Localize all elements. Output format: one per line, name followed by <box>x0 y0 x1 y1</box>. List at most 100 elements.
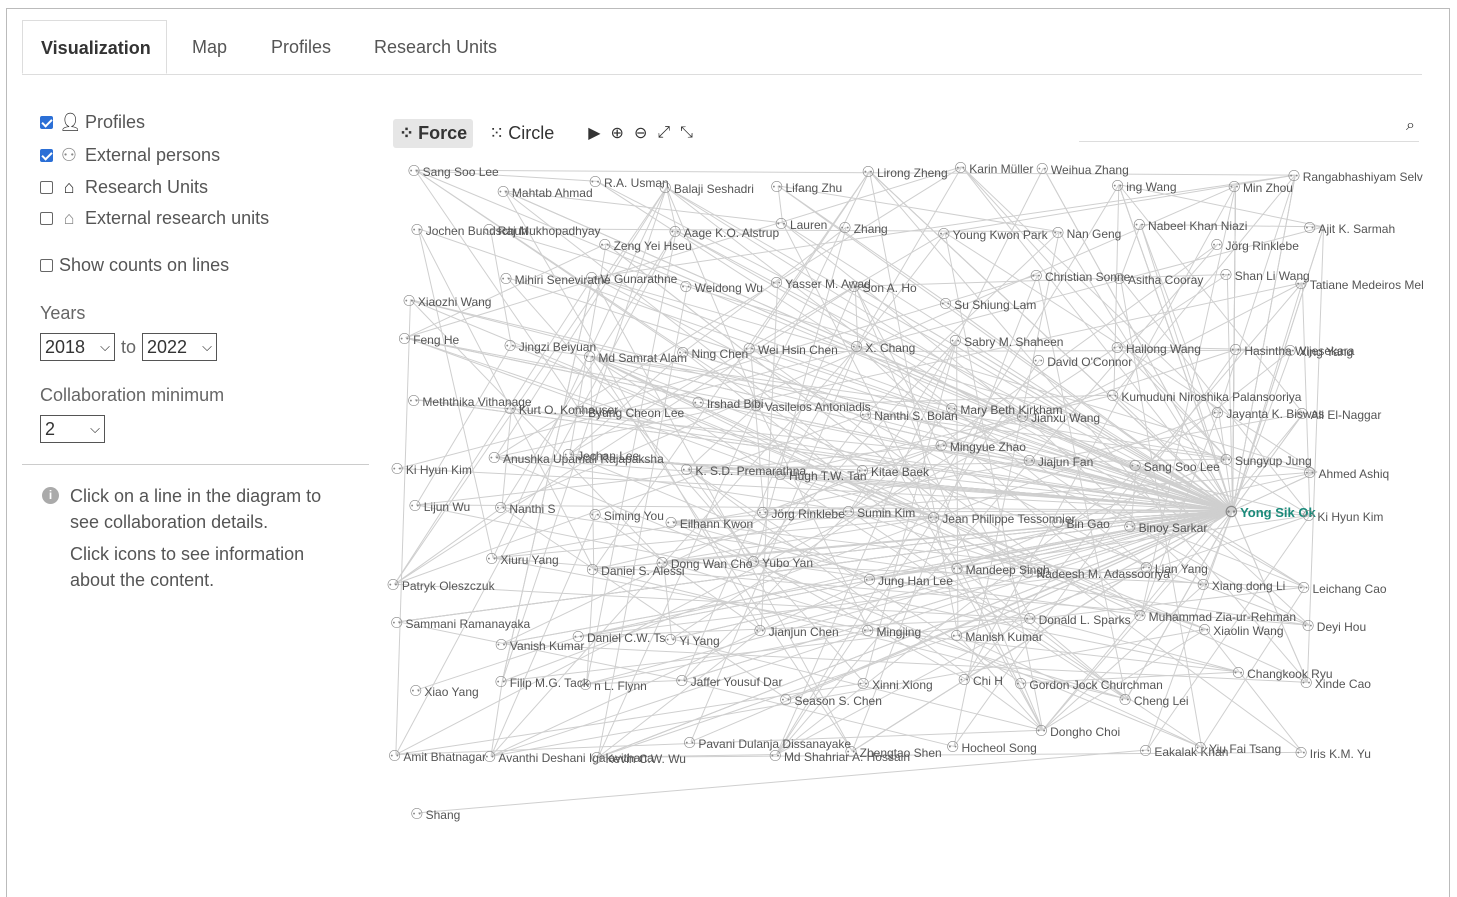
person-outline-icon[interactable]: ⚇ <box>1194 740 1207 757</box>
person-outline-icon[interactable]: ⚇ <box>494 637 507 654</box>
filter-external-persons[interactable]: ⚇ External persons <box>40 145 220 166</box>
graph-node[interactable]: ⚇ Kitae Baek <box>856 462 930 480</box>
person-outline-icon[interactable]: ⚇ <box>1111 340 1124 357</box>
person-outline-icon[interactable]: ⚇ <box>954 160 967 177</box>
graph-node[interactable]: ⚇ ing Wang <box>1111 177 1177 195</box>
person-outline-icon[interactable]: ⚇ <box>664 632 677 649</box>
person-outline-icon[interactable]: ⚇ <box>410 222 423 239</box>
person-outline-icon[interactable]: ⚇ <box>388 748 401 765</box>
graph-node[interactable]: ⚇ Ajit K. Sarmah <box>1303 219 1395 237</box>
person-outline-icon[interactable]: ⚇ <box>937 226 950 243</box>
person-outline-icon[interactable]: ⚇ <box>1283 343 1296 360</box>
graph-node[interactable]: ⚇ Vasileios Antoniadis <box>749 397 870 415</box>
show-counts-checkbox[interactable] <box>40 259 53 272</box>
graph-node[interactable]: ⚇ Asitha Cooray <box>1113 270 1204 288</box>
person-outline-icon[interactable]: ⚇ <box>1297 580 1310 597</box>
graph-node[interactable]: ⚇ Xiaolin Wang <box>1198 621 1284 639</box>
graph-node[interactable]: ⚇ Sang Soo Lee <box>1128 457 1220 475</box>
person-outline-icon[interactable]: ⚇ <box>589 174 602 191</box>
graph-node[interactable]: ⚇ Xing Yang <box>1283 342 1353 360</box>
person-outline-icon[interactable]: ⚇ <box>1118 692 1131 709</box>
person-outline-icon[interactable]: ⚇ <box>1232 665 1245 682</box>
person-outline-icon[interactable]: ⚇ <box>585 270 598 287</box>
person-outline-icon[interactable]: ⚇ <box>407 393 420 410</box>
person-outline-icon[interactable]: ⚇ <box>945 401 958 418</box>
person-outline-icon[interactable]: ⚇ <box>1139 560 1152 577</box>
filter-research-units[interactable]: ⌂ Research Units <box>40 177 208 198</box>
collaboration-line[interactable] <box>394 276 594 585</box>
graph-node[interactable]: ⚇Rangabhashiyam Selvasembian <box>1287 167 1423 185</box>
person-outline-icon[interactable]: ⚇ <box>407 163 420 180</box>
graph-node[interactable]: ⚇ Raj Mukhopadhyay <box>482 221 600 239</box>
person-outline-icon[interactable]: ⚇ <box>949 333 962 350</box>
collapse-icon[interactable]: ⤡ <box>680 124 693 142</box>
graph-node[interactable]: ⚇ Donald L. Sparks <box>1023 610 1131 628</box>
graph-node[interactable]: ⚇ Ali El-Naggar <box>1295 405 1381 423</box>
external-persons-checkbox[interactable] <box>40 149 53 162</box>
person-outline-icon[interactable]: ⚇ <box>842 504 855 521</box>
person-outline-icon[interactable]: ⚇ <box>749 398 762 415</box>
year-from-select[interactable]: 2018 ⌵ <box>40 333 115 361</box>
graph-node[interactable]: ⚇ Son A. Ho <box>847 278 917 296</box>
graph-node[interactable]: ⚇ Xiao Yang <box>409 682 479 700</box>
person-outline-icon[interactable]: ⚇ <box>482 222 495 239</box>
filter-external-research-units[interactable]: ⌂ External research units <box>40 208 269 229</box>
graph-node[interactable]: ⚇ Chi H <box>958 671 1003 689</box>
person-outline-icon[interactable]: ⚇ <box>499 271 512 288</box>
person-outline-icon[interactable]: ⚇ <box>1225 504 1238 521</box>
person-outline-icon[interactable]: ⚇ <box>1294 276 1307 293</box>
person-outline-icon[interactable]: ⚇ <box>588 507 601 524</box>
graph-node[interactable]: ⚇ Xinni Xiong <box>857 675 933 693</box>
person-outline-icon[interactable]: ⚇ <box>590 750 603 767</box>
graph-node[interactable]: ⚇ Hocheol Song <box>946 738 1037 756</box>
person-outline-icon[interactable]: ⚇ <box>579 677 592 694</box>
show-counts-toggle[interactable]: Show counts on lines <box>40 255 229 276</box>
person-outline-icon[interactable]: ⚇ <box>675 673 688 690</box>
external-research-units-checkbox[interactable] <box>40 212 53 225</box>
person-outline-icon[interactable]: ⚇ <box>863 572 876 589</box>
graph-node[interactable]: ⚇ Balaji Seshadri <box>658 179 754 197</box>
person-outline-icon[interactable]: ⚇ <box>408 498 421 515</box>
person-outline-icon[interactable]: ⚇ <box>779 692 792 709</box>
graph-node[interactable]: ⚇ R.A. Usman <box>589 173 669 191</box>
person-outline-icon[interactable]: ⚇ <box>1051 225 1064 242</box>
person-outline-icon[interactable]: ⚇ <box>410 806 423 823</box>
person-outline-icon[interactable]: ⚇ <box>939 296 952 313</box>
graph-node[interactable]: ⚇ Kumuduni Niroshika Palansooriya <box>1106 387 1302 405</box>
graph-node[interactable]: ⚇ Md Samrat Alam <box>583 348 687 366</box>
person-outline-icon[interactable]: ⚇ <box>503 401 516 418</box>
graph-node[interactable]: ⚇ Deyi Hou <box>1301 617 1366 635</box>
person-outline-icon[interactable]: ⚇ <box>562 447 575 464</box>
graph-node[interactable]: ⚇ Patryk Oleszczuk <box>386 576 494 594</box>
person-outline-icon[interactable]: ⚇ <box>1295 406 1308 423</box>
graph-node[interactable]: ⚇ Hailong Wang <box>1111 339 1201 357</box>
person-outline-icon[interactable]: ⚇ <box>494 674 507 691</box>
collaboration-line[interactable] <box>586 510 1233 685</box>
person-outline-icon[interactable]: ⚇ <box>756 505 769 522</box>
force-layout-button[interactable]: ⁘ Force <box>393 118 474 148</box>
graph-node[interactable]: ⚇ Daniel C.W. Ts <box>572 628 666 646</box>
graph-node[interactable]: ⚇ Yi Yang <box>664 631 720 649</box>
person-outline-icon[interactable]: ⚇ <box>844 744 857 761</box>
tab-profiles[interactable]: Profiles <box>271 20 331 74</box>
person-outline-icon[interactable]: ⚇ <box>847 279 860 296</box>
person-outline-icon[interactable]: ⚇ <box>390 461 403 478</box>
person-outline-icon[interactable]: ⚇ <box>1111 178 1124 195</box>
person-outline-icon[interactable]: ⚇ <box>676 345 689 362</box>
profiles-checkbox[interactable] <box>40 116 53 129</box>
graph-node[interactable]: ⚇ Jörg Rinklebe <box>756 504 845 522</box>
graph-node[interactable]: ⚇ Yubo Yan <box>747 553 813 571</box>
graph-node[interactable]: ⚇ Aage K.O. Alstrup <box>668 223 779 241</box>
graph-node[interactable]: ⚇ Nanthi S. Bolan <box>859 406 958 424</box>
person-outline-icon[interactable]: ⚇ <box>1021 565 1034 582</box>
tab-map[interactable]: Map <box>192 20 227 74</box>
graph-node[interactable]: ⚇ Tatiane Medeiros Melo <box>1294 275 1423 293</box>
person-outline-icon[interactable]: ⚇ <box>503 338 516 355</box>
graph-node[interactable]: ⚇ X. Chang <box>850 338 916 356</box>
person-outline-icon[interactable]: ⚇ <box>583 349 596 366</box>
person-outline-icon[interactable]: ⚇ <box>485 551 498 568</box>
person-outline-icon[interactable]: ⚇ <box>1219 267 1232 284</box>
graph-node[interactable]: ⚇ Jiajun Fan <box>1022 452 1093 470</box>
graph-node[interactable]: ⚇ Mahtab Ahmad <box>496 183 592 201</box>
graph-node[interactable]: ⚇ Weidong Wu <box>679 278 763 296</box>
